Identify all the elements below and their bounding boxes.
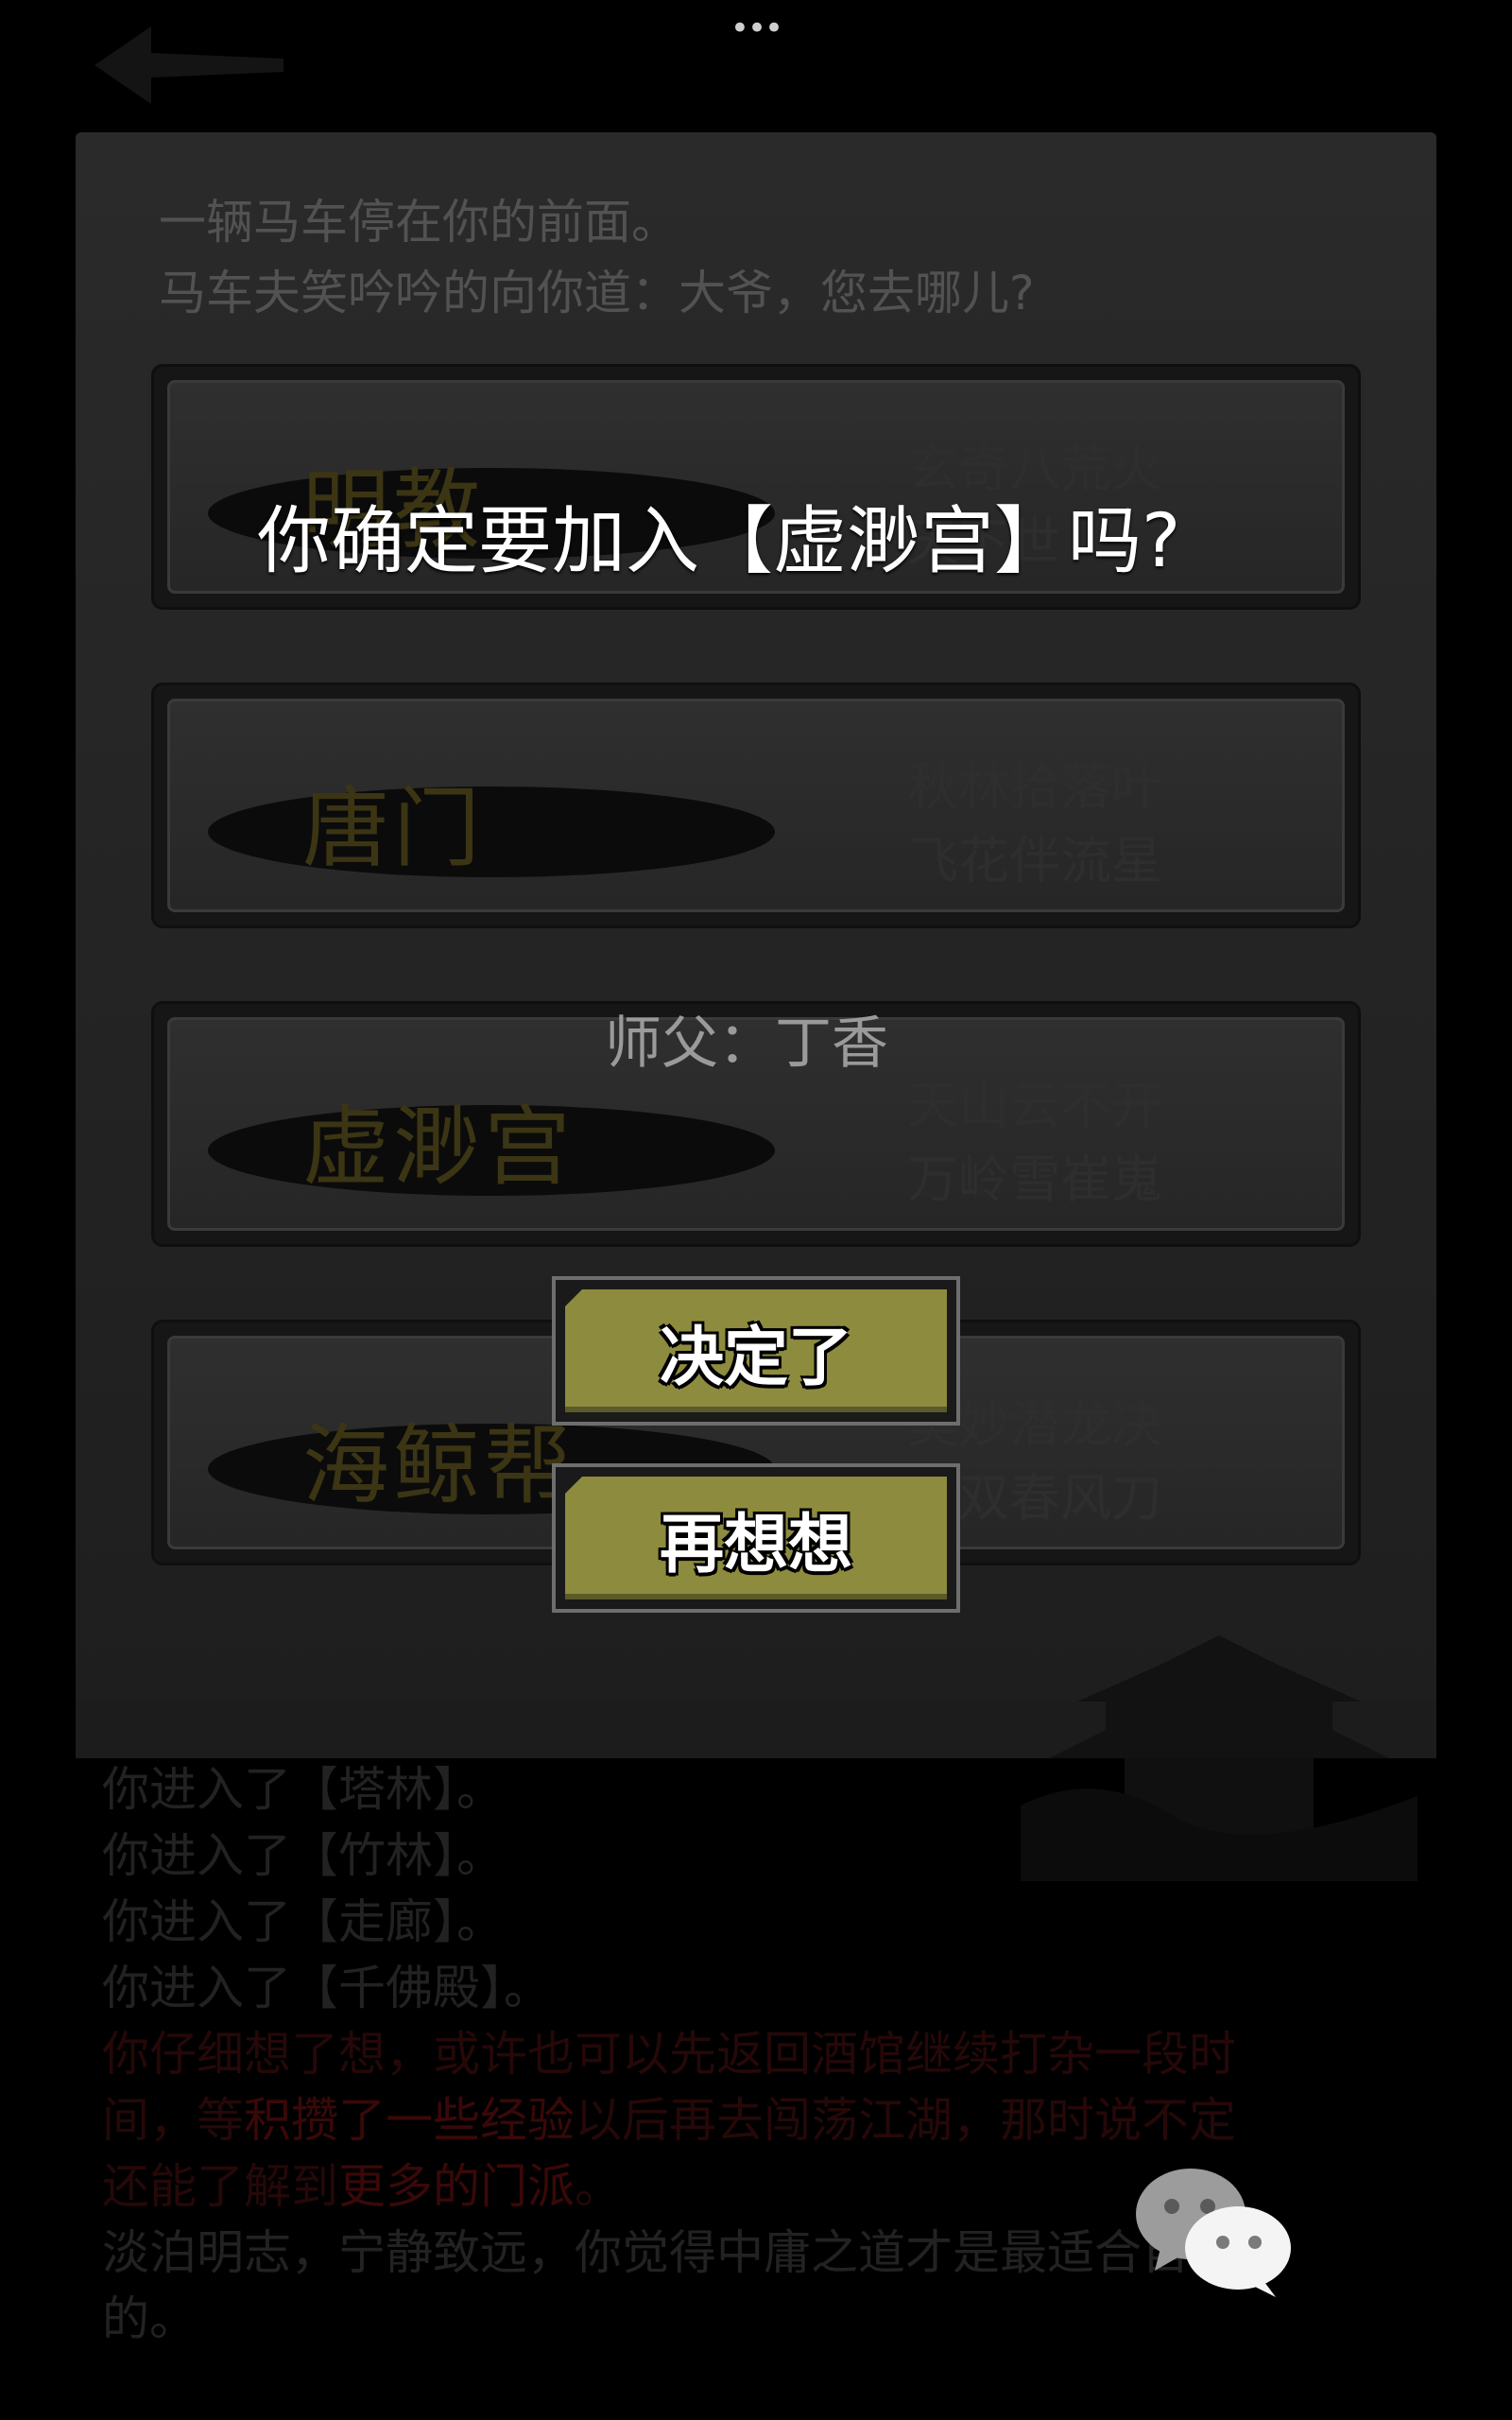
more-dots-icon[interactable]: ••• <box>728 9 784 47</box>
master-label: 师父：丁香 <box>605 1011 888 1077</box>
dialog-question: 你确定要加入【虚渺宫】吗? <box>257 499 1181 584</box>
intro-line-2: 马车夫笑吟吟的向你道：大爷，您去哪儿? <box>159 266 1035 320</box>
log-line: 你进入了【塔林】。 <box>102 1762 504 1817</box>
log-line: 淡泊明志，宁静致远，你觉得中庸之道才是最适合自己 <box>102 2225 1236 2280</box>
log-line: 的。 <box>102 2291 197 2346</box>
log-line: 你进入了【走廊】。 <box>102 1894 504 1949</box>
log-line: 你仔细想了想，或许也可以先返回酒馆继续打杂一段时 <box>102 2027 1236 2082</box>
sect-name: 唐门 <box>302 778 485 879</box>
back-arrow-icon[interactable] <box>94 25 284 106</box>
sect-name: 虚渺宫 <box>302 1097 576 1198</box>
log-line: 你进入了【千佛殿】。 <box>102 1961 551 2015</box>
pagoda-silhouette <box>1021 1635 1418 1881</box>
ink-blot <box>208 786 775 877</box>
confirm-button-label: 决定了 <box>659 1320 852 1395</box>
log-line: 间，等积攒了一些经验以后再去闯荡江湖，那时说不定 <box>102 2093 1236 2148</box>
sect-poem: 秋林拾落叶 飞花伴流星 <box>907 757 1162 890</box>
sect-poem: 天山云不开 万岭雪崔嵬 <box>907 1076 1162 1209</box>
log-line: 还能了解到更多的门派。 <box>102 2159 622 2214</box>
cancel-button-label: 再想想 <box>659 1507 852 1582</box>
intro-line-1: 一辆马车停在你的前面。 <box>159 195 679 250</box>
sect-card-tangmen[interactable]: 唐门 秋林拾落叶 飞花伴流星 <box>151 683 1361 928</box>
sect-name: 海鲸帮 <box>302 1415 576 1516</box>
confirm-button[interactable]: 决定了 <box>552 1276 960 1426</box>
cancel-button[interactable]: 再想想 <box>552 1463 960 1613</box>
log-line: 你进入了【竹林】。 <box>102 1828 504 1883</box>
wechat-icon[interactable] <box>1134 2165 1295 2297</box>
